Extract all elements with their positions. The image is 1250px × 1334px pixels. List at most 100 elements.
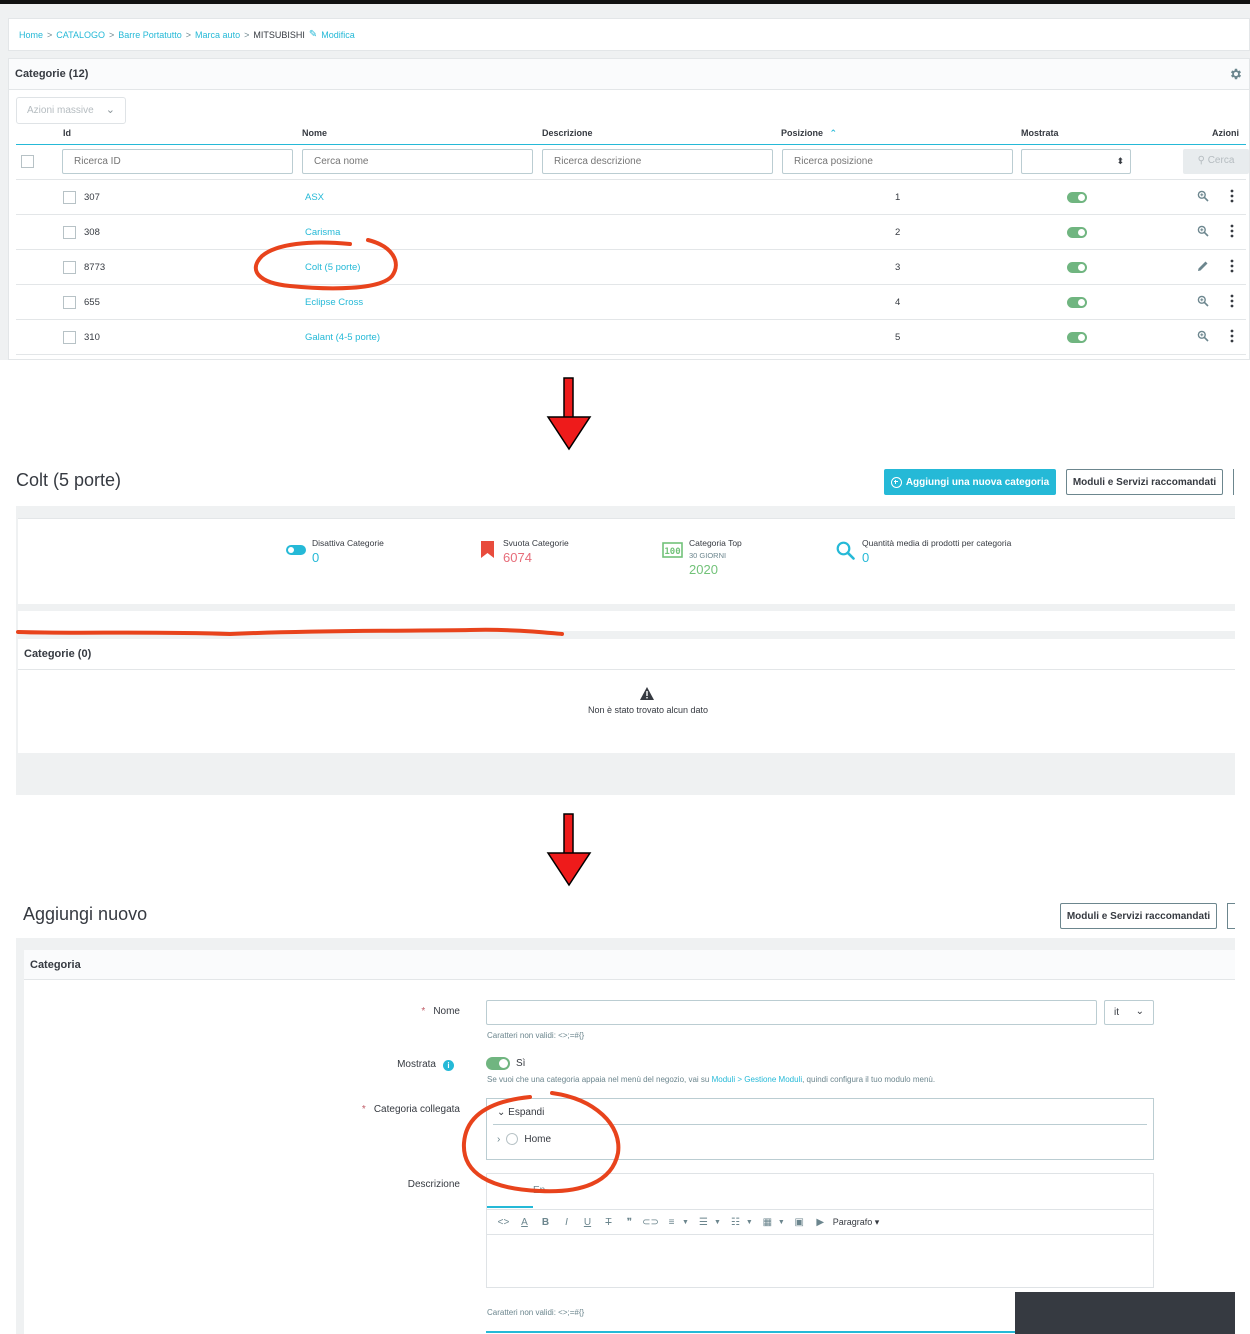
link-icon[interactable]: ⊂⊃ bbox=[640, 1217, 661, 1228]
table-icon[interactable]: ▦ bbox=[757, 1217, 778, 1228]
image-icon[interactable]: ▣ bbox=[789, 1217, 810, 1228]
help-button-edge[interactable] bbox=[1227, 903, 1235, 929]
row-position: 4 bbox=[895, 297, 901, 308]
tree-expand-toggle[interactable]: ⌄ Espandi bbox=[497, 1107, 544, 1118]
more-vertical-icon[interactable] bbox=[1230, 189, 1234, 203]
row-checkbox[interactable] bbox=[63, 331, 76, 344]
row-name-link[interactable]: Eclipse Cross bbox=[305, 297, 363, 308]
column-header-description[interactable]: Descrizione bbox=[542, 128, 593, 138]
tree-radio[interactable] bbox=[506, 1133, 519, 1145]
filter-position-input[interactable] bbox=[782, 149, 1013, 174]
bullet-list-icon[interactable]: ☰ bbox=[693, 1217, 714, 1228]
breadcrumb-separator: > bbox=[185, 29, 192, 40]
row-name-link[interactable]: ASX bbox=[305, 192, 324, 203]
bulk-actions-dropdown[interactable]: Azioni massive ⌄ bbox=[16, 97, 126, 124]
zoom-icon[interactable] bbox=[1197, 190, 1209, 202]
shown-toggle-label: Sì bbox=[516, 1058, 526, 1069]
caret-down-icon[interactable]: ▼ bbox=[778, 1219, 785, 1226]
strikethrough-icon[interactable]: T bbox=[598, 1217, 619, 1228]
breadcrumb-home[interactable]: Home bbox=[19, 30, 43, 40]
page-title: Aggiungi nuovo bbox=[23, 904, 148, 924]
more-vertical-icon[interactable] bbox=[1230, 224, 1234, 238]
breadcrumb-barre-portatutto[interactable]: Barre Portatutto bbox=[118, 30, 182, 40]
select-all-checkbox[interactable] bbox=[21, 155, 34, 168]
caret-down-icon[interactable]: ▼ bbox=[746, 1219, 753, 1226]
table-row[interactable]: 8773 Colt (5 porte) 3 bbox=[16, 250, 1246, 285]
more-vertical-icon[interactable] bbox=[1230, 259, 1234, 273]
name-label: * Nome bbox=[340, 1006, 460, 1017]
filter-description-input[interactable] bbox=[542, 149, 773, 174]
row-name-link[interactable]: Carisma bbox=[305, 227, 340, 238]
code-icon[interactable]: <> bbox=[493, 1217, 514, 1228]
more-vertical-icon[interactable] bbox=[1230, 329, 1234, 343]
tree-item-home[interactable]: › Home bbox=[497, 1133, 551, 1145]
column-header-id[interactable]: Id bbox=[63, 128, 71, 138]
add-category-button[interactable]: Aggiungi una nuova categoria bbox=[884, 469, 1056, 495]
row-shown-toggle[interactable] bbox=[1067, 297, 1087, 308]
row-shown-toggle[interactable] bbox=[1067, 262, 1087, 273]
row-shown-toggle[interactable] bbox=[1067, 227, 1087, 238]
caret-down-icon[interactable]: ▼ bbox=[682, 1219, 689, 1226]
language-value: it bbox=[1114, 1007, 1119, 1018]
column-header-name[interactable]: Nome bbox=[302, 128, 327, 138]
text-color-icon[interactable]: A bbox=[514, 1217, 535, 1228]
recommended-modules-button[interactable]: Moduli e Servizi raccomandati bbox=[1066, 469, 1223, 495]
kpi-empty-categories[interactable]: Svuota Categorie 6074 bbox=[503, 538, 569, 565]
media-icon[interactable]: ▶ bbox=[810, 1217, 831, 1228]
kpi-top-category[interactable]: Categoria Top 30 GIORNI 2020 bbox=[689, 538, 742, 577]
chevron-right-icon[interactable]: › bbox=[497, 1134, 500, 1145]
zoom-icon[interactable] bbox=[1197, 330, 1209, 342]
shown-toggle[interactable] bbox=[486, 1057, 510, 1070]
kpi-average-products[interactable]: Quantità media di prodotti per categoria… bbox=[862, 538, 1011, 565]
gear-icon[interactable] bbox=[1229, 67, 1243, 81]
language-select[interactable]: it ⌄ bbox=[1104, 1000, 1154, 1025]
paragraph-format-select[interactable]: Paragrafo ▾ bbox=[833, 1217, 880, 1228]
name-input[interactable] bbox=[486, 1000, 1097, 1025]
breadcrumb-catalogo[interactable]: CATALOGO bbox=[56, 30, 105, 40]
zoom-icon[interactable] bbox=[1197, 225, 1209, 237]
help-button-edge[interactable] bbox=[1233, 469, 1237, 495]
filter-name-input[interactable] bbox=[302, 149, 533, 174]
row-checkbox[interactable] bbox=[63, 296, 76, 309]
more-vertical-icon[interactable] bbox=[1230, 294, 1234, 308]
row-shown-toggle[interactable] bbox=[1067, 332, 1087, 343]
table-row[interactable]: 310 Galant (4-5 porte) 5 bbox=[16, 320, 1246, 355]
bold-icon[interactable]: B bbox=[535, 1217, 556, 1228]
table-row[interactable]: 308 Carisma 2 bbox=[16, 215, 1246, 250]
italic-icon[interactable]: I bbox=[556, 1217, 577, 1228]
sort-ascending-icon[interactable]: ⌃ bbox=[830, 128, 838, 138]
numbered-list-icon[interactable]: ☷ bbox=[725, 1217, 746, 1228]
breadcrumb-edit-link[interactable]: Modifica bbox=[321, 30, 355, 40]
table-row[interactable]: 655 Eclipse Cross 4 bbox=[16, 285, 1246, 320]
column-header-position[interactable]: Posizione ⌃ bbox=[781, 128, 837, 139]
underline-icon[interactable]: U bbox=[577, 1217, 598, 1228]
search-button[interactable]: ⚲ Cerca bbox=[1183, 149, 1249, 174]
row-name-link[interactable]: Galant (4-5 porte) bbox=[305, 332, 380, 343]
kpi-disabled-categories[interactable]: Disattiva Categorie 0 bbox=[312, 538, 384, 565]
row-name-link[interactable]: Colt (5 porte) bbox=[305, 262, 360, 273]
quote-icon[interactable]: ❞ bbox=[619, 1217, 640, 1228]
row-shown-toggle[interactable] bbox=[1067, 192, 1087, 203]
kpi-sublabel: 30 GIORNI bbox=[689, 551, 727, 560]
caret-down-icon[interactable]: ▼ bbox=[714, 1219, 721, 1226]
align-icon[interactable]: ≡ bbox=[661, 1217, 682, 1228]
filter-id-input[interactable] bbox=[62, 149, 293, 174]
row-checkbox[interactable] bbox=[63, 191, 76, 204]
recommended-modules-button[interactable]: Moduli e Servizi raccomandati bbox=[1060, 903, 1217, 929]
description-editor: En <> A B I U T ❞ ⊂⊃ ≡ ▼ ☰ ▼ ☷ ▼ ▦ ▼ ▣ ▶ Par… bbox=[486, 1173, 1154, 1288]
editor-toolbar: <> A B I U T ❞ ⊂⊃ ≡ ▼ ☰ ▼ ☷ ▼ ▦ ▼ ▣ ▶ Paragr… bbox=[487, 1209, 1153, 1235]
zoom-icon[interactable] bbox=[1197, 295, 1209, 307]
language-tab[interactable]: En bbox=[487, 1174, 545, 1208]
info-icon[interactable]: i bbox=[443, 1060, 454, 1071]
row-checkbox[interactable] bbox=[63, 261, 76, 274]
pencil-icon[interactable]: ✎ bbox=[309, 29, 317, 40]
pencil-icon[interactable] bbox=[1197, 260, 1209, 272]
column-header-shown: Mostrata bbox=[1021, 128, 1059, 138]
table-row[interactable]: 307 ASX 1 bbox=[16, 180, 1246, 215]
breadcrumb-marca-auto[interactable]: Marca auto bbox=[195, 30, 240, 40]
row-checkbox[interactable] bbox=[63, 226, 76, 239]
modules-link[interactable]: Moduli > Gestione Moduli bbox=[712, 1075, 803, 1084]
row-position: 5 bbox=[895, 332, 901, 343]
filter-shown-select[interactable]: ⬍ bbox=[1021, 149, 1131, 174]
row-id: 8773 bbox=[84, 262, 106, 273]
